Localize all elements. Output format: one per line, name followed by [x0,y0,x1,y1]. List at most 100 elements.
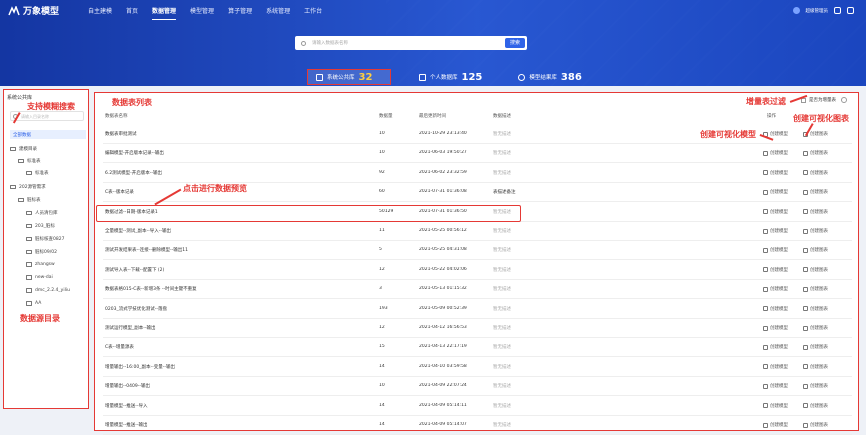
message-icon[interactable] [834,7,841,14]
tab-model-result[interactable]: 模型结果库 386 [510,69,589,85]
create-chart-button[interactable]: 创建图表 [803,150,828,156]
table-name[interactable]: 增量输出--0409--输出 [105,383,150,389]
create-chart-button[interactable]: 创建图表 [803,325,828,331]
table-row[interactable]: 数据表格015-C表--新增3条 --时间主键不重复 3 2021-05-13 01… [103,279,852,300]
model-icon [763,189,768,195]
tree-node[interactable]: dmc_2.2.4_yiliu [26,288,70,293]
table-name[interactable]: 6.2测试模型-开启版本--输出 [105,170,162,176]
sidebar-item-all[interactable]: 全部数据 [10,130,86,139]
tree-node[interactable]: 标准表 [18,158,41,164]
sidebar-search-input[interactable]: 请输入目录名称 [21,114,49,120]
chart-icon [803,344,808,350]
nav-item-workbench[interactable]: 工作台 [304,6,322,15]
logout-icon[interactable] [847,7,854,14]
create-model-button[interactable]: 创建模型 [763,209,788,215]
create-model-button[interactable]: 创建模型 [763,403,788,409]
create-chart-button[interactable]: 创建图表 [803,422,828,428]
database-icon [316,73,323,81]
create-model-button[interactable]: 创建模型 [763,150,788,156]
nav-item-system[interactable]: 系统管理 [266,6,290,15]
table-name[interactable]: 全量模型--测试_副本--导入--输出 [105,228,171,234]
table-row[interactable]: 编辑模型-开启版本记录--输出 10 2021-06-03 19:50:27 暂无描述… [103,143,852,164]
create-model-button[interactable]: 创建模型 [763,325,788,331]
table-name[interactable]: 增量模型--推送--导入 [105,403,148,409]
create-chart-button[interactable]: 创建图表 [803,267,828,273]
nav-item-data[interactable]: 数据管理 [152,6,177,20]
table-row[interactable]: 全量模型--测试_副本--导入--输出 11 2021-05-25 00:56:12… [103,221,852,241]
table-name[interactable]: 数据表格015-C表--新增3条 --时间主键不重复 [105,286,197,292]
create-model-button[interactable]: 创建模型 [763,267,788,273]
nav-item-home[interactable]: 首页 [126,6,138,15]
create-model-button[interactable]: 创建模型 [763,306,788,312]
table-row[interactable]: 增量输出--16:00_副本--变量--输出 14 2021-04-10 03:59… [103,357,852,377]
tree-node[interactable]: 脏标09/02 [26,249,57,255]
create-model-button[interactable]: 创建模型 [763,228,788,234]
create-chart-button[interactable]: 创建图表 [803,364,828,370]
table-name[interactable]: 增量输出--16:00_副本--变量--输出 [105,364,175,370]
tree-node[interactable]: 脏标表 [18,197,41,203]
incremental-filter[interactable]: 是否为增量表 [801,97,847,103]
table-name[interactable]: 0203_流式学技优化测试--落盘 [105,306,167,312]
table-name[interactable]: 编辑模型-开启版本记录--输出 [105,150,164,156]
create-chart-button[interactable]: 创建图表 [803,228,828,234]
tree-node[interactable]: AA [26,301,41,306]
row-desc: 暂无描述 [493,132,511,137]
row-count: 14 [379,402,385,408]
table-name[interactable]: 增量模型--推送--输出 [105,422,148,428]
table-row[interactable]: 0203_流式学技优化测试--落盘 193 2021-05-09 00:52:39 暂… [103,299,852,319]
tree-node-label: 203_脏标 [35,224,55,229]
search-button[interactable]: 搜索 [505,38,525,48]
create-chart-button[interactable]: 创建图表 [803,247,828,253]
table-row[interactable]: 增量模型--推送--输出 14 2021-04-09 05:14:07 暂无描述 创建模… [103,415,852,435]
create-model-button[interactable]: 创建模型 [763,364,788,370]
create-model-button[interactable]: 创建模型 [763,170,788,176]
user-name[interactable]: 超级管理员 [806,8,829,14]
create-model-button[interactable]: 创建模型 [763,247,788,253]
row-desc: 暂无描述 [493,151,511,157]
tree-node[interactable]: 203_脏标 [26,223,55,229]
tab-personal[interactable]: 个人数据库 125 [411,69,490,85]
table-row[interactable]: 增量模型--推送--导入 14 2021-04-09 05:14:11 暂无描述 创建模… [103,396,852,416]
create-chart-button[interactable]: 创建图表 [803,403,828,409]
tab-public[interactable]: 系统公共库 32 [307,69,391,85]
create-model-button[interactable]: 创建模型 [763,344,788,350]
create-model-button[interactable]: 创建模型 [763,189,788,195]
nav-item-operator[interactable]: 算子管理 [228,6,252,15]
table-name[interactable]: 测试开发结果表--连接--删除模型--输出11 [105,247,188,253]
create-chart-button[interactable]: 创建图表 [803,383,828,389]
create-chart-button[interactable]: 创建图表 [803,189,828,195]
create-chart-button[interactable]: 创建图表 [803,209,828,215]
create-model-button[interactable]: 创建模型 [763,383,788,389]
table-row[interactable]: 增量输出--0409--输出 10 2021-04-09 22:07:24 暂无描述 创… [103,376,852,397]
table-name[interactable]: C表--增量源表 [105,344,134,350]
table-name[interactable]: 测试导入表--下载--配置下 (2) [105,267,164,273]
tree-node[interactable]: zhangsw [26,262,55,267]
table-name[interactable]: C表--版本记录 [105,189,134,195]
tree-node[interactable]: 建模目录 [10,146,37,152]
table-row[interactable]: 测试运行模型_副本--输出 12 2021-04-12 16:56:53 暂无描述 创建… [103,318,852,338]
create-model-button[interactable]: 创建模型 [763,422,788,428]
tree-node[interactable]: 标准表 [26,170,49,176]
create-chart-button[interactable]: 创建图表 [803,286,828,292]
logo[interactable]: 万象模型 [8,4,59,17]
avatar[interactable] [792,7,800,14]
create-chart-button[interactable]: 创建图表 [803,344,828,350]
tree-node[interactable]: 202源管需求 [10,184,46,190]
table-row[interactable]: 测试开发结果表--连接--删除模型--输出11 5 2021-05-25 04:31… [103,240,852,261]
help-icon[interactable] [841,97,847,103]
table-name[interactable]: 数据表审批测试 [105,131,137,137]
tree-node[interactable]: new-dai [26,275,53,280]
table-row[interactable]: 6.2测试模型-开启版本--输出 92 2021-06-02 23:32:59 暂无描… [103,163,852,183]
nav-item-modeling[interactable]: 自主建模 [88,6,112,15]
create-chart-button[interactable]: 创建图表 [803,306,828,312]
create-model-button[interactable]: 创建模型 [763,286,788,292]
table-name[interactable]: 测试运行模型_副本--输出 [105,325,156,331]
create-chart-button[interactable]: 创建图表 [803,170,828,176]
nav-item-model[interactable]: 模型管理 [190,6,214,15]
table-row[interactable]: C表--增量源表 15 2021-04-13 22:17:19 暂无描述 创建模型 创建图… [103,337,852,358]
sidebar-search[interactable]: 请输入目录名称 [10,111,84,121]
tree-node[interactable]: 人员清包库 [26,210,58,216]
search-input[interactable]: 请输入数据表名称 [312,40,348,46]
tree-node[interactable]: 脏标核查0827 [26,236,64,242]
table-row[interactable]: 测试导入表--下载--配置下 (2) 12 2021-05-22 04:02:06 暂… [103,260,852,280]
